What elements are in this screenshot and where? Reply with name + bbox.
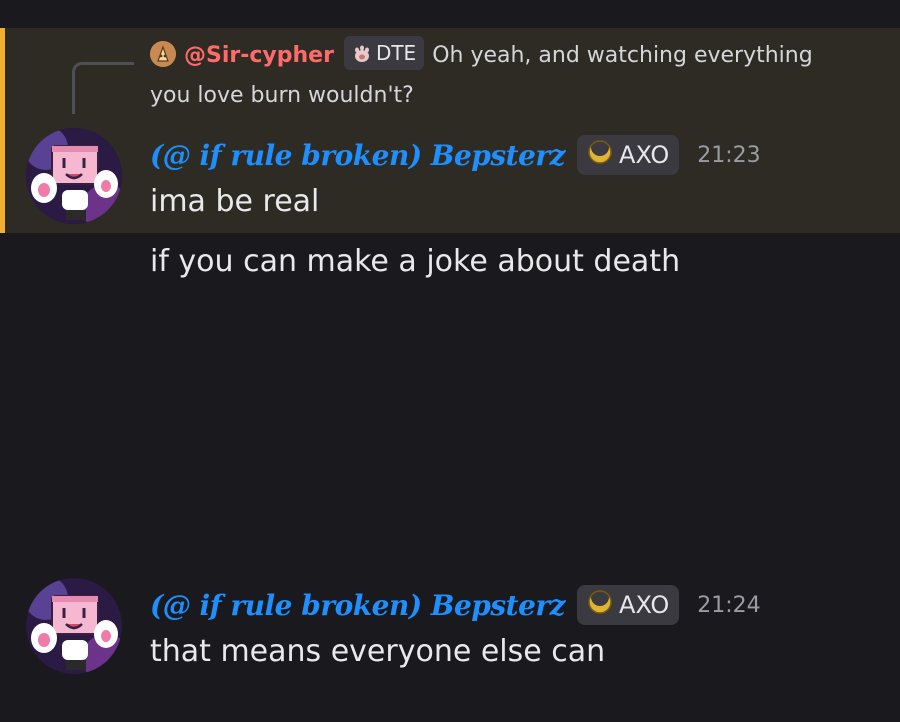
crescent-moon-icon [587, 588, 613, 621]
avatar[interactable] [26, 578, 122, 674]
message-text: if you can make a joke about death [150, 244, 681, 279]
bepsterz-avatar-icon [26, 578, 122, 674]
message-header: (@ if rule broken) Bepsterz AXO 21:24 [150, 583, 761, 627]
bepsterz-avatar-icon [26, 128, 122, 224]
message-text: that means everyone else can [150, 634, 606, 669]
axo-tag-label: AXO [619, 591, 670, 619]
reply-text-line2: you love burn wouldn't? [150, 83, 414, 108]
message-text: ima be real [150, 184, 320, 219]
mention-highlight-bar [0, 28, 5, 233]
axo-tag-label: AXO [619, 141, 670, 169]
cat-paw-icon [352, 40, 372, 74]
top-background [0, 0, 900, 28]
username[interactable]: (@ if rule broken) Bepsterz [150, 139, 566, 172]
sir-cypher-avatar-icon[interactable] [150, 41, 176, 67]
dte-tag-label: DTE [375, 41, 417, 65]
dte-tag: DTE [343, 36, 425, 70]
reply-text-line1: Oh yeah, and watching everything [432, 43, 813, 68]
message-header: (@ if rule broken) Bepsterz AXO 21:23 [150, 133, 761, 177]
username[interactable]: (@ if rule broken) Bepsterz [150, 589, 566, 622]
reply-author[interactable]: @Sir-cypher [184, 43, 334, 68]
reply-preview[interactable]: @Sir-cypher DTE Oh yeah, and watching ever… [150, 36, 880, 116]
axo-tag: AXO [577, 585, 680, 625]
timestamp[interactable]: 21:23 [697, 143, 760, 168]
timestamp[interactable]: 21:24 [697, 593, 760, 618]
crescent-moon-icon [587, 138, 613, 171]
reply-connector [72, 62, 134, 114]
axo-tag: AXO [577, 135, 680, 175]
avatar[interactable] [26, 128, 122, 224]
